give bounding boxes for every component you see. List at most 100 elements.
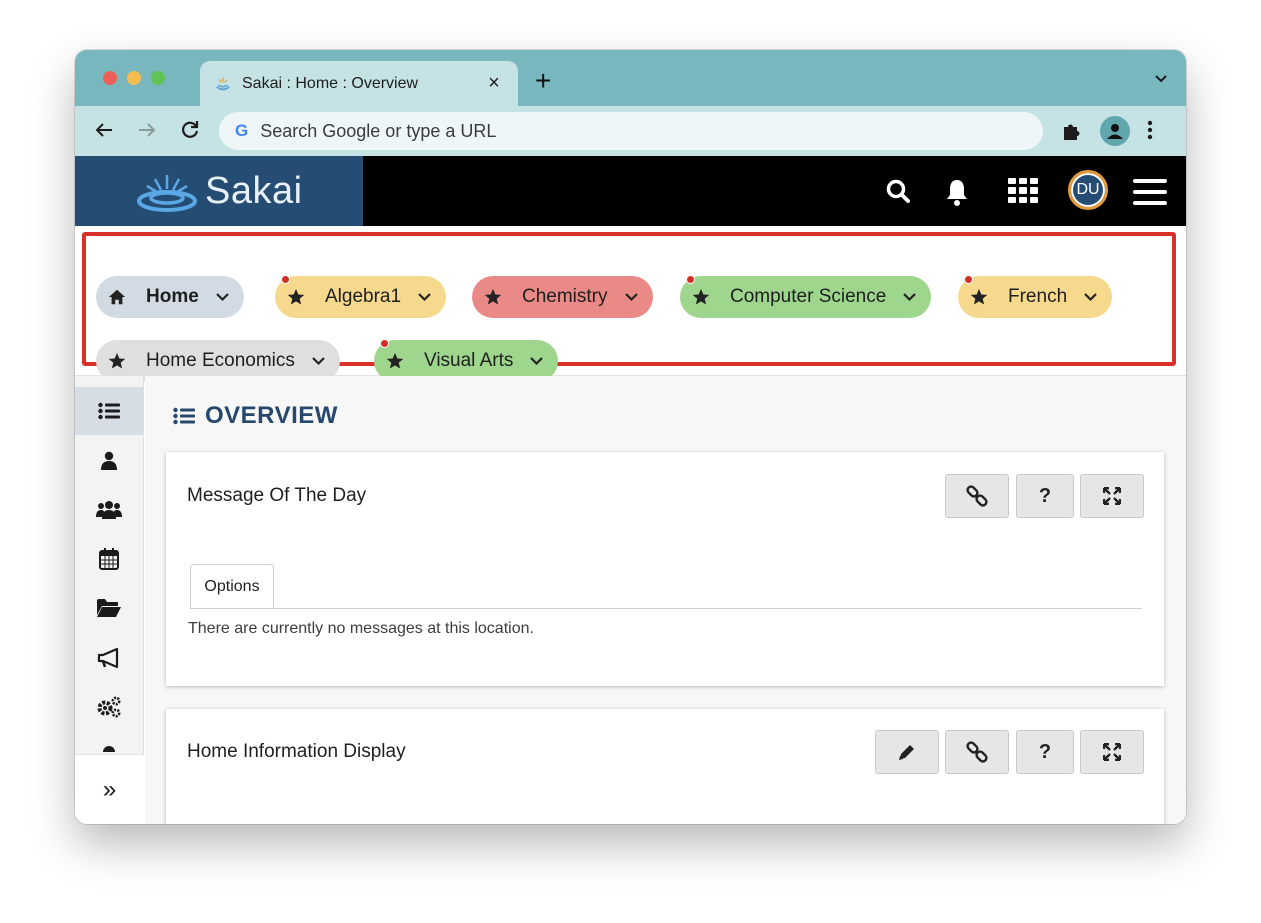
minimize-window-button[interactable]	[127, 71, 141, 85]
tool-calendar[interactable]	[75, 535, 143, 583]
favorite-sites-bar: Home Algebra1 Chemistry Computer Science Fre…	[75, 226, 1186, 382]
tool-more[interactable]	[75, 728, 143, 752]
address-bar[interactable]: G Search Google or type a URL	[219, 112, 1043, 150]
browser-menu-icon[interactable]	[1147, 119, 1153, 141]
sakai-logo-text: Sakai	[205, 169, 303, 212]
chevron-down-icon[interactable]	[215, 292, 230, 302]
chevron-down-icon[interactable]	[1083, 292, 1098, 302]
main-content: OVERVIEW Message Of The Day ? Options Th…	[145, 376, 1186, 824]
maximize-button[interactable]	[1080, 730, 1144, 774]
site-pill-chemistry[interactable]: Chemistry	[472, 276, 653, 318]
message-of-the-day-card: Message Of The Day ? Options There are c…	[166, 452, 1164, 686]
link-button[interactable]	[945, 730, 1009, 774]
site-pill-label: French	[1008, 286, 1068, 307]
card-title: Home Information Display	[187, 741, 406, 762]
search-icon[interactable]	[885, 178, 911, 204]
forward-arrow-icon[interactable]	[135, 118, 159, 142]
close-window-button[interactable]	[103, 71, 117, 85]
help-button[interactable]: ?	[1016, 730, 1074, 774]
unread-indicator-dot	[686, 275, 695, 284]
unread-indicator-dot	[964, 275, 973, 284]
star-icon[interactable]	[692, 288, 710, 306]
tab-divider	[190, 608, 1142, 609]
site-pill-computer-science[interactable]: Computer Science	[680, 275, 932, 318]
chevron-down-icon[interactable]	[624, 292, 639, 302]
chevron-down-icon[interactable]	[902, 292, 917, 302]
user-avatar[interactable]: DU	[1068, 170, 1108, 210]
empty-message: There are currently no messages at this …	[188, 620, 534, 637]
page-title-text: OVERVIEW	[205, 402, 338, 429]
announcements-megaphone-icon	[97, 648, 119, 668]
edit-button[interactable]	[875, 730, 939, 774]
apps-grid-icon[interactable]	[1008, 178, 1038, 204]
home-icon[interactable]	[108, 288, 126, 306]
browser-toolbar: G Search Google or type a URL	[75, 106, 1186, 156]
sakai-header: Sakai DU	[75, 156, 1186, 226]
browser-tab[interactable]: Sakai : Home : Overview ×	[200, 61, 518, 106]
tool-overview[interactable]	[75, 387, 143, 435]
back-arrow-icon[interactable]	[92, 118, 116, 142]
sakai-logo[interactable]: Sakai	[75, 156, 363, 226]
sakai-favicon-icon	[216, 77, 230, 90]
chevron-down-icon[interactable]	[529, 356, 544, 366]
maximize-icon	[1103, 487, 1121, 505]
address-placeholder: Search Google or type a URL	[260, 120, 497, 141]
resources-folder-icon	[97, 599, 121, 617]
notifications-bell-icon[interactable]	[944, 178, 970, 206]
overview-icon	[98, 402, 120, 420]
tool-announcements[interactable]	[75, 634, 143, 682]
tab-options[interactable]: Options	[190, 564, 274, 608]
maximize-icon	[1103, 743, 1121, 761]
link-icon	[966, 485, 988, 507]
tool-roster[interactable]	[75, 486, 143, 534]
calendar-icon	[99, 548, 119, 570]
chevron-down-icon[interactable]	[417, 292, 432, 302]
maximize-button[interactable]	[1080, 474, 1144, 518]
star-icon[interactable]	[386, 352, 404, 370]
star-icon[interactable]	[108, 352, 126, 370]
site-pill-french[interactable]: French	[958, 275, 1113, 318]
new-tab-button[interactable]: +	[535, 67, 551, 95]
help-button[interactable]: ?	[1016, 474, 1074, 518]
sakai-logo-icon	[137, 175, 197, 212]
tool-rail: »	[75, 376, 144, 824]
star-icon[interactable]	[287, 288, 305, 306]
browser-profile-icon[interactable]	[1100, 116, 1130, 146]
chevron-down-icon[interactable]	[311, 356, 326, 366]
hamburger-menu-icon[interactable]	[1133, 179, 1167, 205]
unread-indicator-dot	[380, 339, 389, 348]
profile-icon	[101, 451, 117, 470]
expand-tools-button[interactable]: »	[75, 754, 144, 824]
tool-resources[interactable]	[75, 584, 143, 632]
page-title: OVERVIEW	[173, 402, 338, 430]
reload-icon[interactable]	[178, 118, 202, 142]
tab-search-chevron-icon[interactable]	[1154, 74, 1168, 84]
help-icon: ?	[1038, 740, 1052, 763]
browser-window: Sakai : Home : Overview × + G Search Goo…	[75, 50, 1186, 824]
extensions-puzzle-icon[interactable]	[1061, 120, 1083, 142]
zoom-window-button[interactable]	[151, 71, 165, 85]
site-pill-label: Visual Arts	[424, 350, 514, 371]
site-pill-label: Home	[146, 286, 199, 307]
site-pill-label: Chemistry	[522, 286, 608, 307]
star-icon[interactable]	[970, 288, 988, 306]
link-button[interactable]	[945, 474, 1009, 518]
site-pill-label: Home Economics	[146, 350, 295, 371]
unread-indicator-dot	[281, 275, 290, 284]
card-title: Message Of The Day	[187, 485, 367, 506]
tool-profile[interactable]	[75, 437, 143, 485]
google-letter: G	[235, 121, 249, 140]
link-icon	[966, 741, 988, 763]
google-icon: G	[235, 121, 248, 141]
site-pill-label: Algebra1	[325, 286, 402, 307]
site-pill-label: Computer Science	[730, 286, 887, 307]
site-info-gears-icon	[97, 696, 121, 718]
tool-site-info[interactable]	[75, 683, 143, 731]
site-pill-algebra1[interactable]: Algebra1	[275, 275, 447, 318]
tab-strip: Sakai : Home : Overview × +	[75, 50, 1186, 106]
overview-list-icon	[173, 407, 195, 425]
tab-title: Sakai : Home : Overview	[242, 74, 419, 92]
site-pill-home[interactable]: Home	[96, 276, 244, 318]
star-icon[interactable]	[484, 288, 502, 306]
tab-close-icon[interactable]: ×	[484, 72, 504, 95]
